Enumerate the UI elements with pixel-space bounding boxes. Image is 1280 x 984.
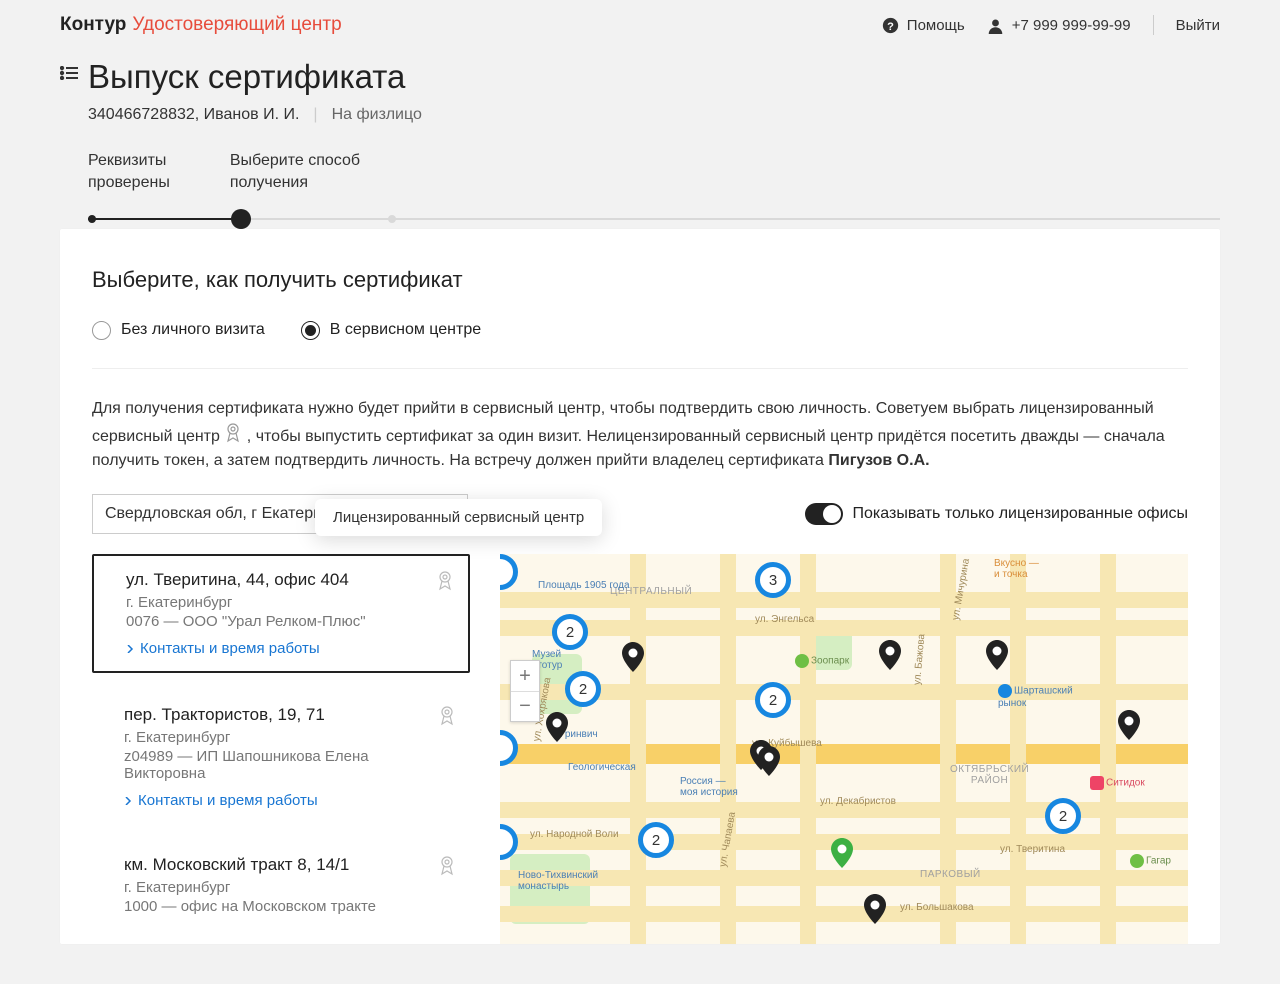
licensed-tooltip: Лицензированный сервисный центр — [315, 499, 602, 536]
map-pin[interactable] — [1118, 710, 1140, 740]
map-cluster[interactable]: 2 — [755, 682, 791, 718]
header-separator — [1153, 15, 1154, 35]
map-pin[interactable] — [879, 640, 901, 670]
map-pin[interactable] — [986, 640, 1008, 670]
chevron-right-icon — [126, 645, 134, 653]
logout-link[interactable]: Выйти — [1176, 17, 1220, 34]
radio-icon — [301, 321, 320, 340]
phone-link[interactable]: +7 999 999-99-99 — [987, 17, 1131, 34]
licensed-badge-icon — [436, 570, 454, 596]
card-title: Выберите, как получить сертификат — [92, 267, 1188, 293]
svg-text:?: ? — [887, 20, 894, 32]
toggle-label: Показывать только лицензированные офисы — [853, 505, 1188, 523]
page-meta: 340466728832, Иванов И. И. | На физлицо — [88, 106, 1220, 124]
help-link[interactable]: ? Помощь — [882, 17, 965, 34]
step-2: Выберите способ получения — [230, 150, 360, 195]
step-1: Реквизиты проверены — [88, 150, 170, 195]
map-pin[interactable] — [546, 712, 568, 742]
service-center-card[interactable]: км. Московский тракт 8, 14/1 г. Екатерин… — [92, 841, 470, 939]
map-cluster[interactable]: 2 — [565, 671, 601, 707]
map-cluster[interactable]: 3 — [755, 562, 791, 598]
radio-no-visit[interactable]: Без личного визита — [92, 321, 265, 340]
licensed-badge-icon — [224, 422, 242, 444]
licensed-only-toggle[interactable] — [805, 503, 843, 525]
map-cluster[interactable]: 2 — [552, 614, 588, 650]
contacts-link[interactable]: Контакты и время работы — [126, 640, 450, 657]
map-pin[interactable] — [864, 894, 886, 924]
logo-main: Контур — [60, 14, 126, 36]
zoom-out-button[interactable]: − — [511, 691, 539, 721]
licensed-badge-icon — [438, 855, 456, 881]
service-center-list: ул. Тверитина, 44, офис 404 г. Екатеринб… — [92, 554, 470, 944]
licensed-badge-icon — [438, 705, 456, 731]
page-title: Выпуск сертификата — [88, 58, 1220, 96]
map[interactable]: ЦЕНТРАЛЬНЫЙ ОКТЯБРЬСКИЙ РАЙОН ПАРКОВЫЙ у… — [500, 554, 1188, 944]
chevron-right-icon — [124, 797, 132, 805]
zoom-controls: + − — [510, 660, 540, 722]
contacts-link[interactable]: Контакты и время работы — [124, 792, 452, 809]
map-pin[interactable] — [758, 746, 780, 776]
map-pin[interactable] — [622, 642, 644, 672]
logo[interactable]: Контур Удостоверяющий центр — [60, 14, 342, 36]
radio-service-center[interactable]: В сервисном центре — [301, 321, 481, 340]
service-center-card[interactable]: ул. Тверитина, 44, офис 404 г. Екатеринб… — [92, 554, 470, 673]
list-icon[interactable] — [60, 66, 78, 80]
help-icon: ? — [882, 17, 899, 34]
service-center-card[interactable]: пер. Трактористов, 19, 71 г. Екатеринбур… — [92, 691, 470, 823]
radio-icon — [92, 321, 111, 340]
step-progress — [88, 209, 1220, 229]
info-text: Для получения сертификата нужно будет пр… — [92, 369, 1188, 494]
map-cluster[interactable]: 2 — [638, 822, 674, 858]
map-cluster[interactable]: 2 — [1045, 798, 1081, 834]
user-icon — [987, 17, 1004, 34]
logo-sub: Удостоверяющий центр — [132, 14, 341, 36]
map-pin-selected[interactable] — [831, 838, 853, 868]
zoom-in-button[interactable]: + — [511, 661, 539, 691]
